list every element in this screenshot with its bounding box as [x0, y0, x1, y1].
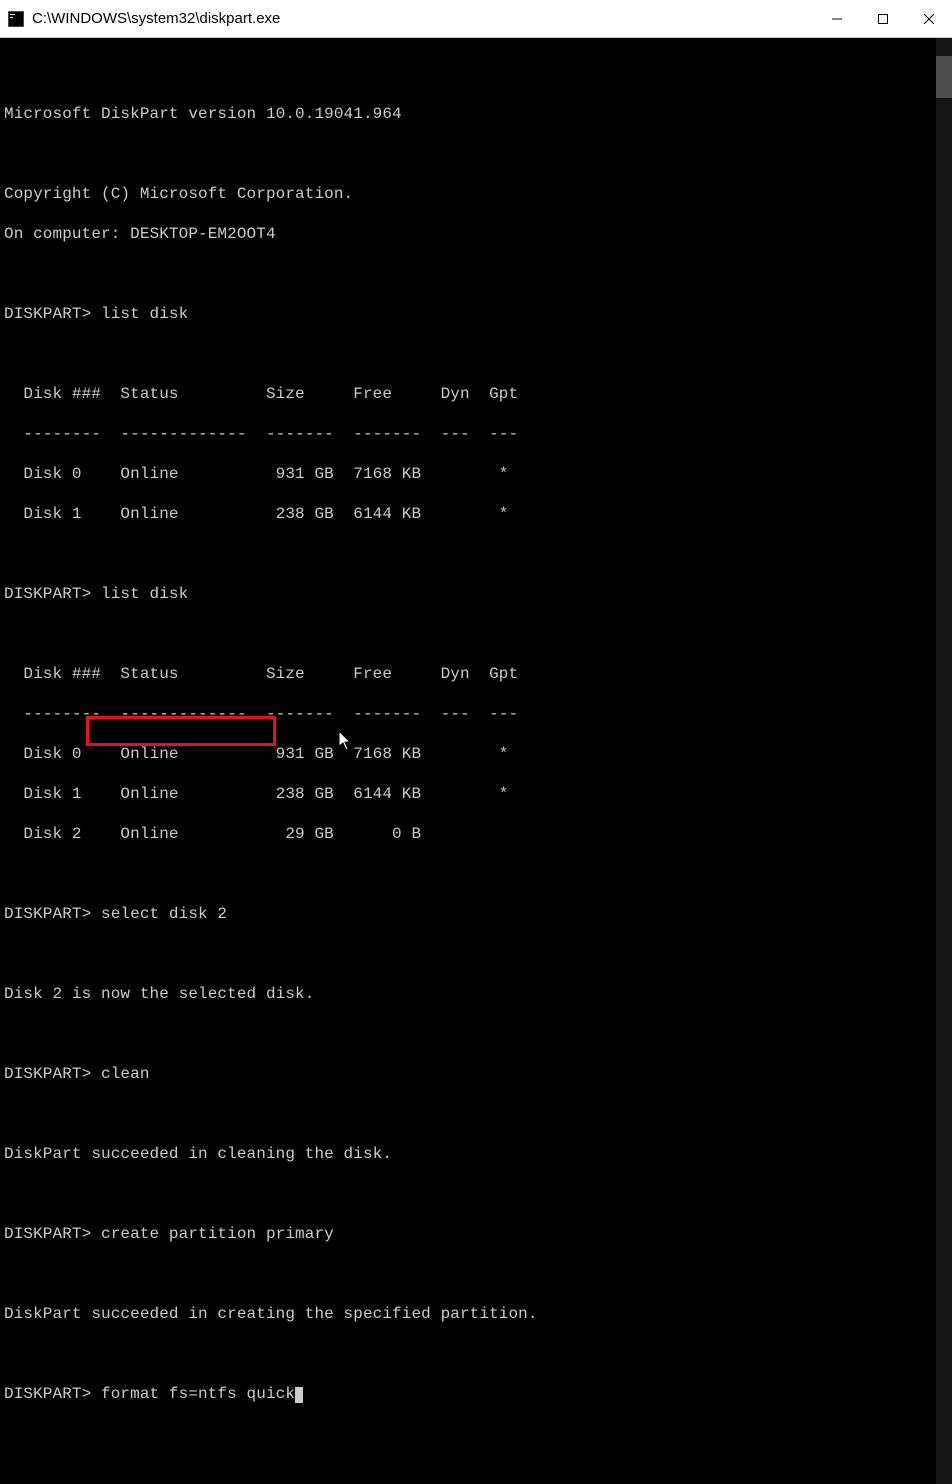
- scrollbar[interactable]: [936, 38, 952, 1484]
- console-line: [4, 1344, 952, 1364]
- current-command: format fs=ntfs quick: [101, 1385, 295, 1403]
- console-line: Disk ### Status Size Free Dyn Gpt: [4, 664, 952, 684]
- console-line: Disk 2 Online 29 GB 0 B: [4, 824, 952, 844]
- console-line: [4, 1024, 952, 1044]
- console-line: [4, 944, 952, 964]
- app-icon: [8, 11, 24, 27]
- console-line: Disk 0 Online 931 GB 7168 KB *: [4, 464, 952, 484]
- app-window: C:\WINDOWS\system32\diskpart.exe Microso…: [0, 0, 952, 752]
- window-title: C:\WINDOWS\system32\diskpart.exe: [32, 10, 280, 27]
- close-button[interactable]: [906, 0, 952, 38]
- console-line: On computer: DESKTOP-EM2OOT4: [4, 224, 952, 244]
- console-line: [4, 144, 952, 164]
- console-line: [4, 64, 952, 84]
- console-area[interactable]: Microsoft DiskPart version 10.0.19041.96…: [0, 38, 952, 1484]
- console-line: DISKPART> select disk 2: [4, 904, 952, 924]
- scrollbar-thumb[interactable]: [936, 56, 952, 98]
- console-line: -------- ------------- ------- ------- -…: [4, 704, 952, 724]
- console-line: Disk 1 Online 238 GB 6144 KB *: [4, 504, 952, 524]
- console-line: DISKPART> clean: [4, 1064, 952, 1084]
- console-line: Disk ### Status Size Free Dyn Gpt: [4, 384, 952, 404]
- console-line: [4, 344, 952, 364]
- console-prompt-line: DISKPART> format fs=ntfs quick: [4, 1384, 952, 1404]
- console-line: [4, 1264, 952, 1284]
- console-line: DiskPart succeeded in cleaning the disk.: [4, 1144, 952, 1164]
- minimize-button[interactable]: [814, 0, 860, 38]
- console-line: Microsoft DiskPart version 10.0.19041.96…: [4, 104, 952, 124]
- console-line: [4, 624, 952, 644]
- console-line: [4, 544, 952, 564]
- console-line: -------- ------------- ------- ------- -…: [4, 424, 952, 444]
- maximize-button[interactable]: [860, 0, 906, 38]
- console-line: [4, 1184, 952, 1204]
- prompt-prefix: DISKPART>: [4, 1385, 101, 1403]
- console-line: [4, 864, 952, 884]
- console-line: Copyright (C) Microsoft Corporation.: [4, 184, 952, 204]
- console-line: DISKPART> create partition primary: [4, 1224, 952, 1244]
- console-line: [4, 264, 952, 284]
- console-line: DISKPART> list disk: [4, 584, 952, 604]
- console-line: Disk 0 Online 931 GB 7168 KB *: [4, 744, 952, 764]
- console-line: Disk 2 is now the selected disk.: [4, 984, 952, 1004]
- console-line: [4, 1104, 952, 1124]
- titlebar[interactable]: C:\WINDOWS\system32\diskpart.exe: [0, 0, 952, 38]
- console-line: DiskPart succeeded in creating the speci…: [4, 1304, 952, 1324]
- text-cursor: [295, 1387, 303, 1403]
- console-line: DISKPART> list disk: [4, 304, 952, 324]
- console-line: Disk 1 Online 238 GB 6144 KB *: [4, 784, 952, 804]
